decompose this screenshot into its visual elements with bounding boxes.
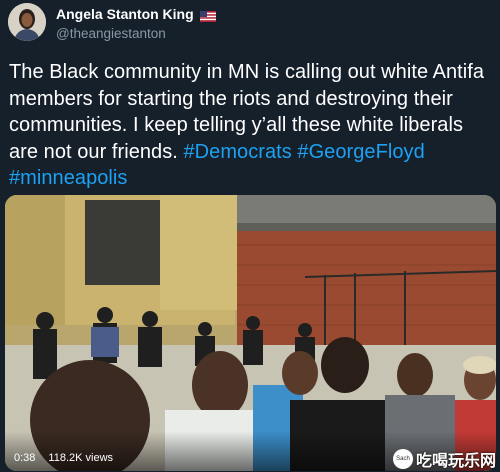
- tweet-card: Angela Stanton King @theangiestanton The…: [0, 0, 500, 472]
- user-handle[interactable]: @theangiestanton: [56, 26, 166, 41]
- video-meta: 0:38 118.2K views: [14, 452, 113, 464]
- watermark-logo: Sach: [392, 449, 413, 469]
- hashtag-link[interactable]: #minneapolis: [9, 167, 127, 189]
- video-frame: [5, 195, 496, 471]
- display-name[interactable]: Angela Stanton King: [56, 6, 194, 22]
- hashtag-link[interactable]: #Democrats: [183, 141, 291, 163]
- hashtag-link[interactable]: #GeorgeFloyd: [297, 141, 424, 163]
- video-player[interactable]: [5, 195, 496, 471]
- avatar[interactable]: [8, 3, 46, 41]
- video-views: 118.2K views: [48, 452, 114, 464]
- video-time: 0:38: [14, 452, 36, 464]
- tweet-text: The Black community in MN is calling out…: [9, 59, 497, 192]
- watermark-text: 吃喝玩乐网: [415, 453, 496, 470]
- name-row: Angela Stanton King: [56, 6, 216, 22]
- watermark: Sach 吃喝玩乐网: [392, 448, 496, 470]
- us-flag-icon: [199, 9, 216, 22]
